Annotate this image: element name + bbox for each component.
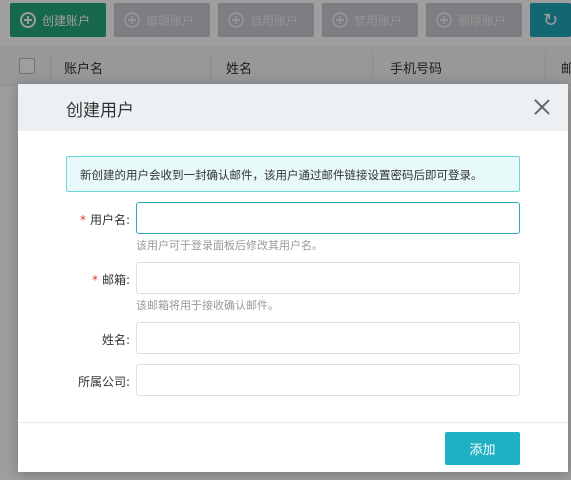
username-label-text: 用户名: (89, 213, 130, 227)
username-hint: 该用户可于登录面板后修改其用户名。 (136, 239, 323, 252)
add-button[interactable]: 添加 (445, 432, 520, 465)
username-label: * 用户名: (18, 211, 130, 228)
required-mark: * (79, 213, 86, 227)
dialog-header: 创建用户 (18, 84, 568, 131)
dialog-footer: 添加 (18, 422, 568, 472)
required-mark: * (91, 273, 98, 287)
email-input[interactable] (136, 262, 520, 294)
company-label: 所属公司: (77, 375, 130, 389)
email-label: * 邮箱: (18, 271, 130, 288)
close-icon[interactable] (532, 97, 552, 117)
name-input[interactable] (136, 322, 520, 354)
company-input[interactable] (136, 364, 520, 396)
email-hint: 该邮箱将用于接收确认邮件。 (136, 299, 279, 312)
username-input[interactable] (136, 202, 520, 234)
email-label-text: 邮箱: (101, 273, 130, 287)
create-user-dialog: 创建用户 新创建的用户会收到一封确认邮件，该用户通过邮件链接设置密码后即可登录。… (18, 84, 568, 472)
info-notice: 新创建的用户会收到一封确认邮件，该用户通过邮件链接设置密码后即可登录。 (66, 156, 520, 192)
dialog-title: 创建用户 (66, 101, 134, 121)
name-label: 姓名: (101, 333, 130, 347)
